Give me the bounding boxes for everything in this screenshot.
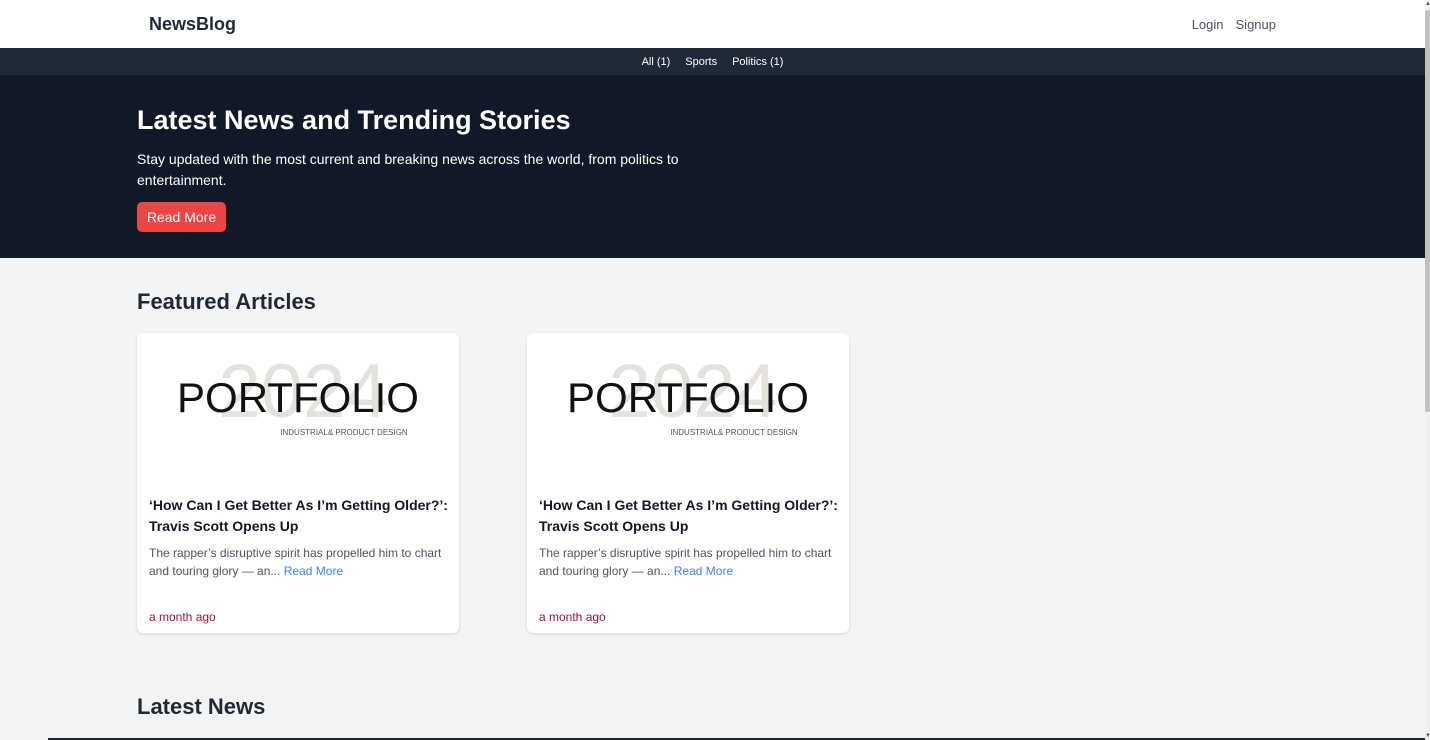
featured-article-card[interactable]: 2024 PORTFOLIO INDUSTRIAL& PRODUCT DESIG… — [527, 333, 849, 633]
article-timestamp: a month ago — [149, 610, 216, 624]
article-title[interactable]: ‘How Can I Get Better As I’m Getting Old… — [149, 495, 449, 537]
category-all[interactable]: All (1) — [642, 56, 671, 68]
latest-news-heading: Latest News — [137, 694, 266, 719]
featured-article-card[interactable]: 2024 PORTFOLIO INDUSTRIAL& PRODUCT DESIG… — [137, 333, 459, 633]
thumbnail-word: PORTFOLIO — [177, 374, 419, 421]
top-navbar: NewsBlog Login Signup — [0, 0, 1425, 48]
hero-banner: Latest News and Trending Stories Stay up… — [0, 75, 1425, 258]
login-link[interactable]: Login — [1192, 17, 1224, 32]
site-logo[interactable]: NewsBlog — [149, 14, 236, 35]
page-scrollbar[interactable]: ▲ ▼ — [1425, 0, 1430, 740]
thumbnail-caption: INDUSTRIAL& PRODUCT DESIGN — [280, 428, 408, 437]
article-title[interactable]: ‘How Can I Get Better As I’m Getting Old… — [539, 495, 839, 537]
article-timestamp: a month ago — [539, 610, 606, 624]
article-excerpt: The rapper’s disruptive spirit has prope… — [539, 544, 839, 580]
signup-link[interactable]: Signup — [1236, 17, 1276, 32]
scrollbar-thumb[interactable] — [1425, 10, 1430, 412]
scroll-down-icon[interactable]: ▼ — [1425, 732, 1430, 740]
article-thumbnail[interactable]: 2024 PORTFOLIO INDUSTRIAL& PRODUCT DESIG… — [137, 333, 459, 483]
thumbnail-caption: INDUSTRIAL& PRODUCT DESIGN — [670, 428, 798, 437]
featured-articles-heading: Featured Articles — [137, 289, 316, 314]
article-read-more-link[interactable]: Read More — [284, 564, 343, 578]
hero-description: Stay updated with the most current and b… — [137, 151, 679, 188]
category-politics[interactable]: Politics (1) — [732, 56, 783, 68]
hero-title: Latest News and Trending Stories — [137, 105, 571, 135]
category-sports[interactable]: Sports — [685, 56, 717, 68]
hero-read-more-button[interactable]: Read More — [137, 202, 226, 232]
category-bar: All (1) Sports Politics (1) — [0, 48, 1425, 75]
scroll-up-icon[interactable]: ▲ — [1425, 0, 1430, 8]
article-read-more-link[interactable]: Read More — [674, 564, 733, 578]
article-thumbnail[interactable]: 2024 PORTFOLIO INDUSTRIAL& PRODUCT DESIG… — [527, 333, 849, 483]
thumbnail-word: PORTFOLIO — [567, 374, 809, 421]
auth-links: Login Signup — [1192, 17, 1276, 32]
article-excerpt: The rapper’s disruptive spirit has prope… — [149, 544, 449, 580]
page: NewsBlog Login Signup All (1) Sports Pol… — [0, 0, 1425, 740]
